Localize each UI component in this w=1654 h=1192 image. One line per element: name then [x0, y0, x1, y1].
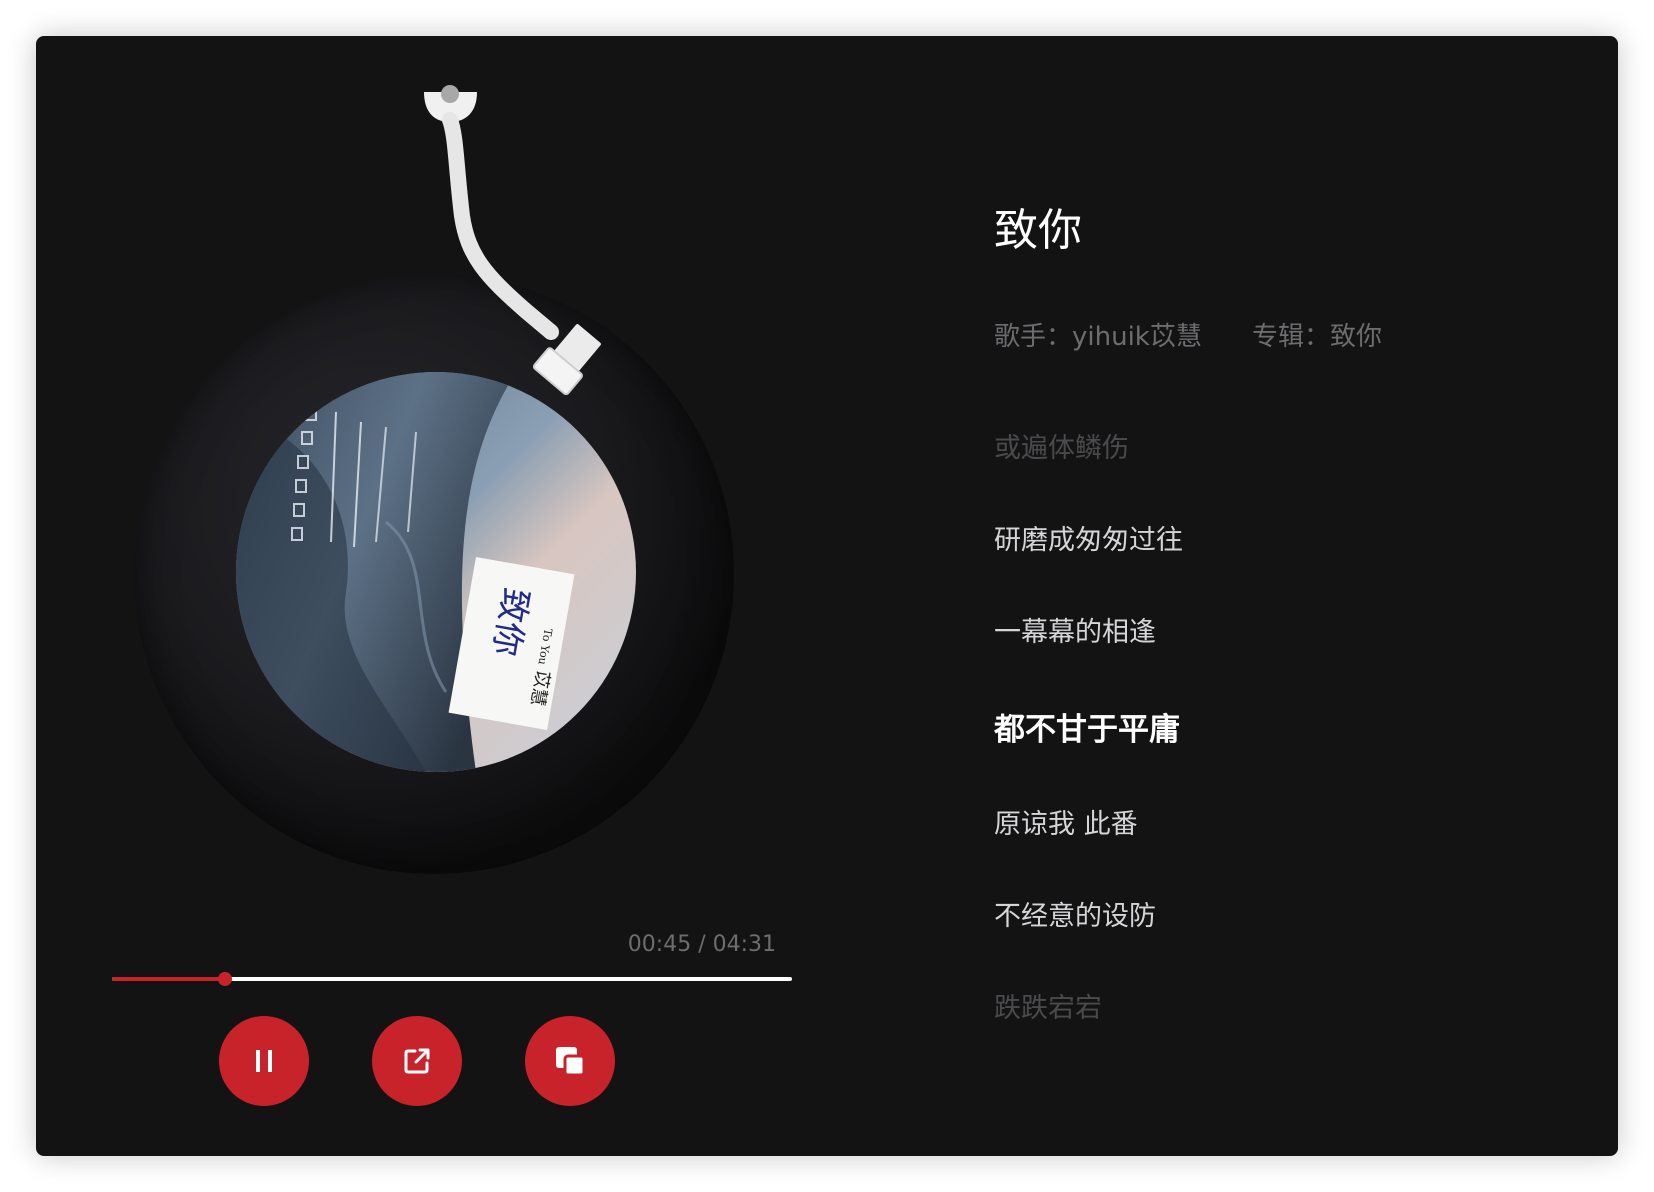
album-name[interactable]: 致你: [1330, 322, 1382, 352]
external-link-icon: [404, 1048, 430, 1074]
lyric-line: 不经意的设防: [994, 901, 1156, 932]
artist-info: 歌手：yihuik苡慧: [994, 316, 1202, 353]
progress-knob[interactable]: [217, 972, 232, 986]
lyric-line: 研磨成匆匆过往: [994, 525, 1183, 556]
pause-icon: [256, 1050, 272, 1072]
lyric-line: 原谅我 此番: [994, 809, 1138, 840]
share-button[interactable]: [372, 1016, 462, 1106]
album-label: 专辑：: [1252, 322, 1331, 352]
album-info: 专辑：致你: [1252, 316, 1382, 353]
lyric-line: 一幕幕的相逢: [994, 617, 1156, 648]
copy-icon: [556, 1047, 586, 1077]
progress-fill: [112, 977, 225, 981]
player-window: 致你 To You 苡慧 00:45 / 04:31 致你 歌手：yihuik苡…: [36, 36, 1618, 1156]
lyric-line-active: 都不甘于平庸: [994, 712, 1180, 748]
time-display: 00:45 / 04:31: [627, 932, 776, 957]
artist-name[interactable]: yihuik苡慧: [1072, 322, 1202, 352]
artist-label: 歌手：: [994, 322, 1073, 352]
lyric-line: 跌跌宕宕: [994, 993, 1102, 1024]
copy-button[interactable]: [525, 1016, 615, 1106]
lyric-line: 或遍体鳞伤: [994, 433, 1129, 464]
progress-bar[interactable]: [112, 969, 792, 989]
pause-button[interactable]: [219, 1016, 309, 1106]
song-title: 致你: [994, 205, 1082, 256]
